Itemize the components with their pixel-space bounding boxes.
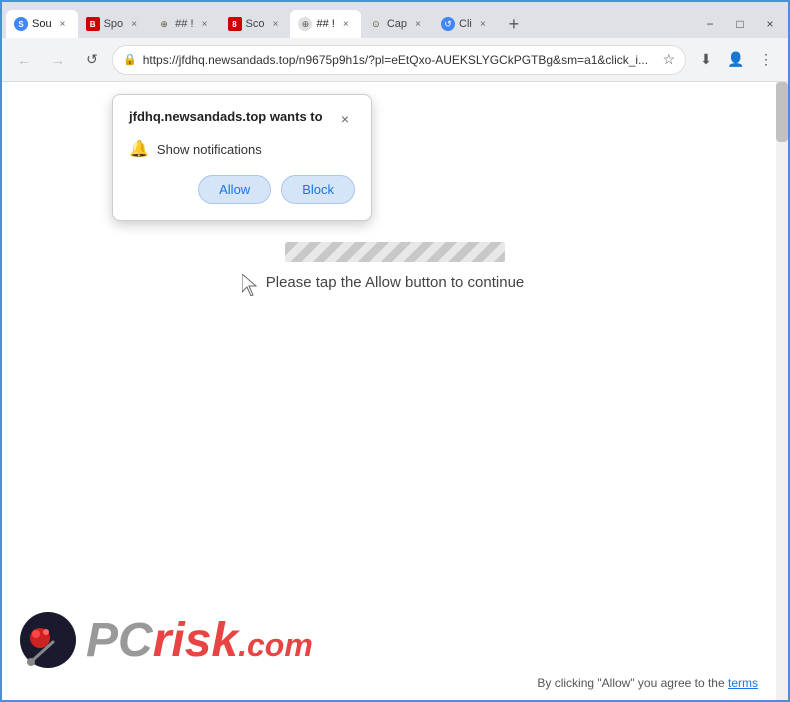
close-button[interactable]: × (756, 14, 784, 34)
popup-close-button[interactable]: × (335, 109, 355, 129)
scrollbar[interactable] (776, 82, 788, 700)
tab-close-sou[interactable]: × (56, 17, 70, 31)
profile-button[interactable]: 👤 (722, 46, 750, 74)
risk-text: risk (153, 614, 238, 667)
bookmark-icon[interactable]: ☆ (662, 51, 675, 68)
favicon-spo: B (86, 17, 100, 31)
popup-title: jfdhq.newsandads.top wants to (129, 109, 323, 124)
dotcom-text: .com (238, 627, 313, 663)
notification-popup: jfdhq.newsandads.top wants to × 🔔 Show n… (112, 94, 372, 221)
nav-bar: ← → ↺ 🔒 https://jfdhq.newsandads.top/n96… (2, 38, 788, 82)
tab-label-sou: Sou (32, 18, 52, 30)
pcrisk-icon (18, 610, 78, 670)
allow-button[interactable]: Allow (198, 175, 271, 204)
pcrisk-logo: PCrisk.com (18, 610, 313, 670)
bottom-disclaimer: By clicking "Allow" you agree to the ter… (537, 676, 758, 690)
disclaimer-text: By clicking "Allow" you agree to the (537, 676, 728, 690)
nav-right-buttons: ⬇ 👤 ⋮ (692, 46, 780, 74)
back-button[interactable]: ← (10, 46, 38, 74)
tab-sco[interactable]: 8 Sco × (220, 10, 291, 38)
tab-close-spo[interactable]: × (127, 17, 141, 31)
minimize-button[interactable]: − (696, 14, 724, 34)
address-text: https://jfdhq.newsandads.top/n9675p9h1s/… (143, 53, 657, 67)
favicon-hash2: ⊕ (298, 17, 312, 31)
new-tab-button[interactable]: + (500, 10, 528, 38)
tab-label-hash2: ## ! (316, 18, 334, 30)
bell-icon: 🔔 (129, 139, 149, 159)
tab-cap[interactable]: ⊙ Cap × (361, 10, 433, 38)
favicon-cli: ↺ (441, 17, 455, 31)
terms-link[interactable]: terms (728, 676, 758, 690)
tab-close-cap[interactable]: × (411, 17, 425, 31)
tab-hash2[interactable]: ⊕ ## ! × (290, 10, 360, 38)
tab-label-hash1: ## ! (175, 18, 193, 30)
tab-close-hash1[interactable]: × (198, 17, 212, 31)
browser-window: S Sou × B Spo × ⊕ ## ! × 8 Sco × ⊕ ## ! … (0, 0, 790, 702)
address-bar[interactable]: 🔒 https://jfdhq.newsandads.top/n9675p9h1… (112, 45, 686, 75)
popup-header: jfdhq.newsandads.top wants to × (129, 109, 355, 129)
tab-sou[interactable]: S Sou × (6, 10, 78, 38)
scrollbar-thumb[interactable] (776, 82, 788, 142)
window-controls: − □ × (696, 14, 784, 38)
tab-close-hash2[interactable]: × (339, 17, 353, 31)
favicon-cap: ⊙ (369, 17, 383, 31)
popup-buttons: Allow Block (129, 175, 355, 204)
pc-text: PC (86, 614, 153, 667)
tab-label-cli: Cli (459, 18, 472, 30)
pcrisk-text-container: PCrisk.com (86, 613, 313, 668)
tab-hash1[interactable]: ⊕ ## ! × (149, 10, 219, 38)
block-button[interactable]: Block (281, 175, 355, 204)
tab-label-spo: Spo (104, 18, 124, 30)
notification-text: Show notifications (157, 142, 262, 157)
forward-button[interactable]: → (44, 46, 72, 74)
tab-label-cap: Cap (387, 18, 407, 30)
tab-cli[interactable]: ↺ Cli × (433, 10, 498, 38)
tab-close-sco[interactable]: × (268, 17, 282, 31)
page-content: jfdhq.newsandads.top wants to × 🔔 Show n… (2, 82, 788, 700)
favicon-sco: 8 (228, 17, 242, 31)
download-button[interactable]: ⬇ (692, 46, 720, 74)
maximize-button[interactable]: □ (726, 14, 754, 34)
notification-row: 🔔 Show notifications (129, 139, 355, 159)
tap-instruction: Please tap the Allow button to continue (266, 274, 525, 291)
favicon-hash1: ⊕ (157, 17, 171, 31)
favicon-sou: S (14, 17, 28, 31)
tab-label-sco: Sco (246, 18, 265, 30)
tab-bar: S Sou × B Spo × ⊕ ## ! × 8 Sco × ⊕ ## ! … (2, 2, 788, 38)
refresh-button[interactable]: ↺ (78, 46, 106, 74)
tab-close-cli[interactable]: × (476, 17, 490, 31)
loading-bar (285, 242, 505, 262)
tab-spo[interactable]: B Spo × (78, 10, 150, 38)
lock-icon: 🔒 (123, 53, 137, 66)
menu-button[interactable]: ⋮ (752, 46, 780, 74)
